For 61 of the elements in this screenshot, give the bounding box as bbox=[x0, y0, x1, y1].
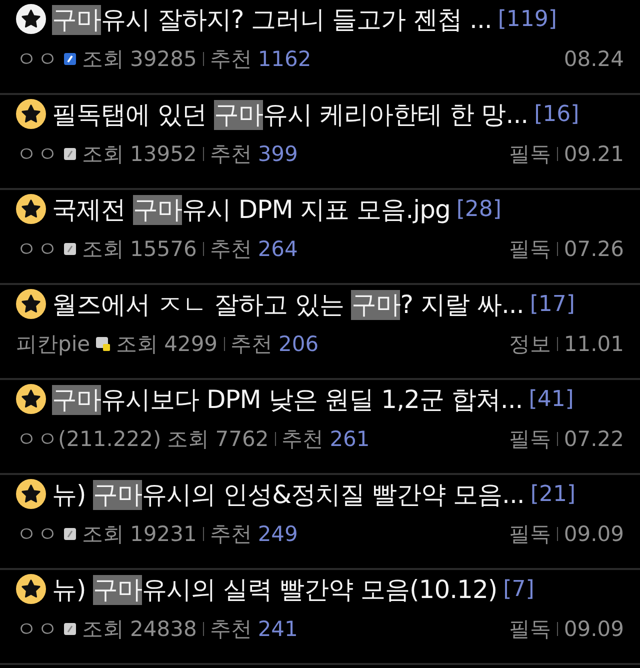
views-label: 조회 bbox=[116, 331, 158, 358]
recommend-count: 241 bbox=[258, 617, 298, 641]
view-count: 39285 bbox=[130, 47, 197, 71]
author-name: ㅇㅇ bbox=[16, 236, 58, 263]
category-label: 필독 bbox=[508, 141, 551, 168]
view-count: 19231 bbox=[130, 522, 197, 546]
recommend-label: 추천 bbox=[230, 331, 273, 358]
views-label: 조회 bbox=[82, 141, 124, 168]
recommend-label: 추천 bbox=[210, 236, 252, 263]
post-title[interactable]: 뉴) 구마유시의 인성&정치질 빨간약 모음... bbox=[52, 478, 524, 510]
recommend-label: 추천 bbox=[282, 426, 324, 453]
recommend-count: 249 bbox=[258, 522, 298, 546]
post-title[interactable]: 필독탭에 있던 구마유시 케리아한테 한 망... bbox=[52, 98, 528, 130]
comment-count: [16] bbox=[534, 102, 580, 126]
recommend-count: 206 bbox=[278, 332, 319, 356]
comment-count: [17] bbox=[530, 292, 575, 316]
category-label: 정보 bbox=[508, 331, 551, 358]
views-label: 조회 bbox=[82, 616, 124, 643]
author-name: ㅇㅇ(211.222) bbox=[16, 426, 162, 453]
category-label: 필독 bbox=[508, 521, 551, 548]
comment-count: [28] bbox=[456, 196, 502, 222]
author-name: ㅇㅇ bbox=[16, 521, 58, 548]
recommend-label: 추천 bbox=[210, 616, 252, 643]
post-date: 09.09 bbox=[564, 617, 624, 641]
views-label: 조회 bbox=[82, 236, 124, 263]
views-label: 조회 bbox=[167, 426, 210, 453]
recommend-label: 추천 bbox=[210, 521, 252, 548]
views-label: 조회 bbox=[82, 521, 124, 548]
view-count: 24838 bbox=[130, 617, 197, 641]
views-label: 조회 bbox=[82, 46, 124, 73]
comment-count: [21] bbox=[530, 482, 576, 506]
category-label: 필독 bbox=[508, 236, 551, 263]
post-date: 09.21 bbox=[564, 142, 624, 166]
post-date: 09.09 bbox=[564, 522, 624, 546]
comment-count: [119] bbox=[498, 6, 558, 32]
recommend-count: 261 bbox=[330, 427, 370, 451]
recommend-label: 추천 bbox=[210, 46, 252, 73]
category-label: 필독 bbox=[508, 426, 551, 453]
view-count: 15576 bbox=[130, 237, 197, 261]
view-count: 7762 bbox=[215, 427, 269, 451]
post-date: 07.26 bbox=[564, 237, 624, 261]
post-date: 11.01 bbox=[564, 332, 624, 356]
recommend-count: 399 bbox=[258, 142, 298, 166]
post-title[interactable]: 뉴) 구마유시의 실력 빨간약 모음(10.12) bbox=[52, 572, 498, 606]
view-count: 13952 bbox=[130, 142, 197, 166]
comment-count: [41] bbox=[528, 386, 574, 412]
recommend-label: 추천 bbox=[210, 141, 252, 168]
recommend-count: 1162 bbox=[258, 47, 312, 71]
author-name: ㅇㅇ bbox=[16, 46, 58, 73]
view-count: 4299 bbox=[164, 332, 218, 356]
post-title[interactable]: 구마유시 잘하지? 그러니 들고가 젠첩 ... bbox=[52, 2, 492, 36]
post-title[interactable]: 구마유시보다 DPM 낮은 원딜 1,2군 합쳐... bbox=[52, 382, 523, 416]
author-name: ㅇㅇ bbox=[16, 141, 58, 168]
recommend-count: 264 bbox=[258, 237, 298, 261]
author-name: ㅇㅇ bbox=[16, 616, 58, 643]
category-label: 필독 bbox=[508, 616, 551, 643]
author-name: 피칸pie bbox=[16, 331, 90, 358]
post-title[interactable]: 국제전 구마유시 DPM 지표 모음.jpg bbox=[52, 192, 450, 226]
comment-count: [7] bbox=[503, 576, 534, 602]
post-date: 08.24 bbox=[564, 47, 624, 71]
post-date: 07.22 bbox=[564, 427, 624, 451]
